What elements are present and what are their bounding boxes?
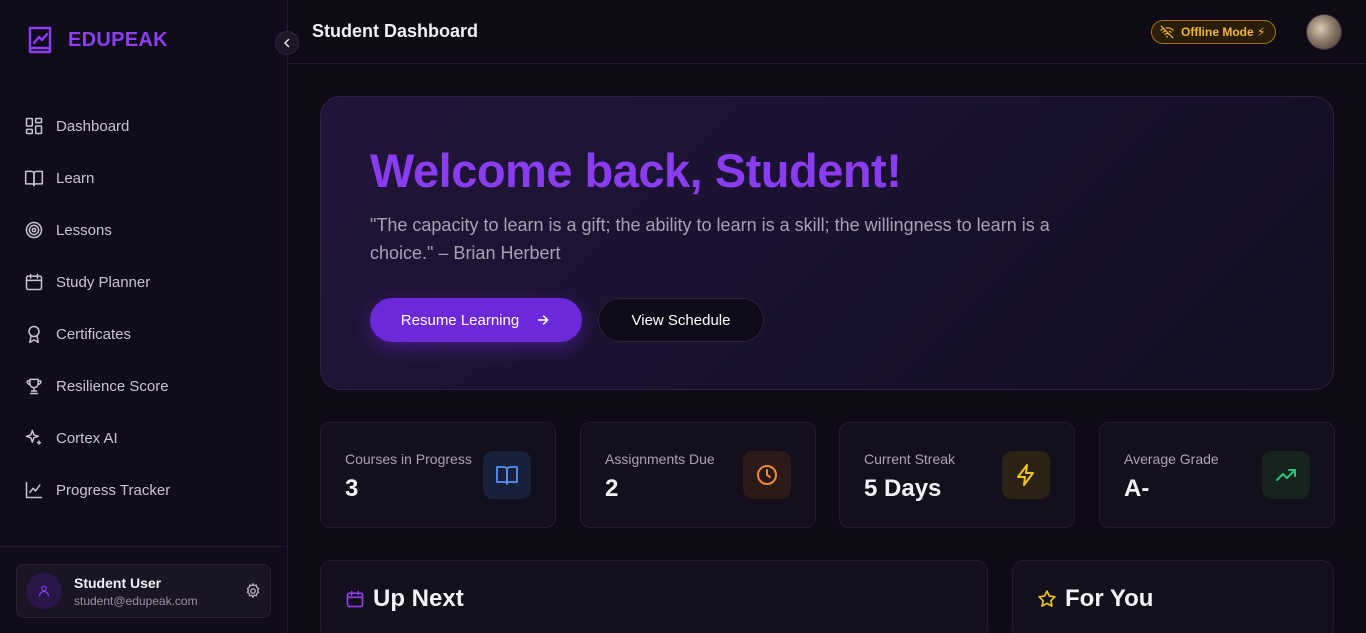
award-icon <box>28 325 40 344</box>
sidebar-collapse-button[interactable] <box>275 31 299 55</box>
stat-label: Current Streak <box>864 451 956 467</box>
avatar <box>26 573 62 609</box>
up-next-card: Up Next <box>320 560 988 633</box>
sidebar-nav: Dashboard Learn Lessons Study Planner Ce… <box>0 100 288 516</box>
line-chart-icon <box>25 481 43 499</box>
top-header: Student Dashboard Offline Mode ⚡ <box>288 0 1366 64</box>
chevron-left-icon <box>284 38 290 48</box>
brand-name: EDUPEAK <box>68 28 168 51</box>
sidebar-item-resilience-score[interactable]: Resilience Score <box>0 360 288 412</box>
sidebar-item-cortex-ai[interactable]: Cortex AI <box>0 412 288 464</box>
stat-label: Assignments Due <box>605 451 715 467</box>
sidebar-item-dashboard[interactable]: Dashboard <box>0 100 288 152</box>
sidebar-item-label: Cortex AI <box>56 429 118 447</box>
book-open-icon <box>496 466 518 485</box>
profile-avatar[interactable] <box>1306 14 1342 50</box>
star-icon <box>1038 590 1056 607</box>
book-open-icon <box>24 170 44 187</box>
up-next-header: Up Next <box>345 585 464 613</box>
view-schedule-button[interactable]: View Schedule <box>598 298 764 342</box>
stat-value: 5 Days <box>864 475 942 502</box>
gear-icon[interactable] <box>244 582 262 600</box>
sidebar-item-study-planner[interactable]: Study Planner <box>0 256 288 308</box>
stat-card-assignments: Assignments Due 2 <box>580 422 816 528</box>
brand[interactable]: EDUPEAK <box>26 24 168 56</box>
user-email: student@edupeak.com <box>74 593 198 608</box>
user-icon <box>38 585 50 597</box>
stat-icon-box <box>743 451 791 499</box>
for-you-card: For You <box>1012 560 1334 633</box>
stat-icon-box <box>483 451 531 499</box>
view-schedule-label: View Schedule <box>631 311 731 329</box>
sidebar: EDUPEAK Dashboard Learn Lessons Study Pl… <box>0 0 288 633</box>
stat-label: Average Grade <box>1124 451 1219 467</box>
sidebar-item-label: Resilience Score <box>56 377 169 395</box>
sidebar-item-label: Progress Tracker <box>56 481 171 499</box>
sidebar-item-certificates[interactable]: Certificates <box>0 308 288 360</box>
sidebar-item-label: Learn <box>56 169 95 187</box>
stat-card-grade: Average Grade A- <box>1099 422 1335 528</box>
arrow-right-icon <box>537 315 549 325</box>
welcome-hero: Welcome back, Student! "The capacity to … <box>320 96 1334 390</box>
zap-icon <box>1017 464 1034 486</box>
target-icon <box>25 221 43 239</box>
brand-logo-icon <box>28 26 52 54</box>
up-next-title: Up Next <box>373 585 464 612</box>
offline-mode-badge[interactable]: Offline Mode ⚡ <box>1151 20 1277 44</box>
sidebar-item-label: Certificates <box>56 325 132 343</box>
offline-mode-label: Offline Mode ⚡ <box>1181 25 1266 39</box>
welcome-quote: "The capacity to learn is a gift; the ab… <box>370 215 1050 263</box>
user-card[interactable]: Student User student@edupeak.com <box>16 564 271 618</box>
page-title: Student Dashboard <box>312 21 479 41</box>
welcome-title: Welcome back, Student! <box>370 144 902 197</box>
trending-up-icon <box>1276 469 1296 481</box>
stat-value: 2 <box>605 475 619 502</box>
stat-icon-box <box>1002 451 1050 499</box>
stat-icon-box <box>1262 451 1310 499</box>
sidebar-item-label: Lessons <box>56 221 112 239</box>
user-info: Student User student@edupeak.com <box>74 575 198 608</box>
sidebar-item-learn[interactable]: Learn <box>0 152 288 204</box>
stat-label: Courses in Progress <box>345 451 472 467</box>
stat-card-courses: Courses in Progress 3 <box>320 422 556 528</box>
sidebar-item-label: Study Planner <box>56 273 151 291</box>
sidebar-item-lessons[interactable]: Lessons <box>0 204 288 256</box>
wifi-off-icon <box>1160 25 1174 39</box>
calendar-icon <box>25 273 43 291</box>
layout-dashboard-icon <box>25 117 43 135</box>
clock-icon <box>757 465 777 485</box>
stat-value: 3 <box>345 475 359 502</box>
user-name: Student User <box>74 574 162 591</box>
sidebar-item-label: Dashboard <box>56 117 130 135</box>
sidebar-item-progress-tracker[interactable]: Progress Tracker <box>0 464 288 516</box>
for-you-header: For You <box>1037 585 1153 613</box>
sidebar-footer: Student User student@edupeak.com <box>0 546 288 633</box>
resume-learning-button[interactable]: Resume Learning <box>370 298 582 342</box>
stat-card-streak: Current Streak 5 Days <box>839 422 1075 528</box>
resume-learning-label: Resume Learning <box>400 311 520 329</box>
calendar-icon <box>346 590 364 608</box>
for-you-title: For You <box>1065 585 1154 612</box>
trophy-icon <box>26 378 42 395</box>
sparkles-icon <box>25 429 42 445</box>
stat-value: A- <box>1124 475 1150 502</box>
